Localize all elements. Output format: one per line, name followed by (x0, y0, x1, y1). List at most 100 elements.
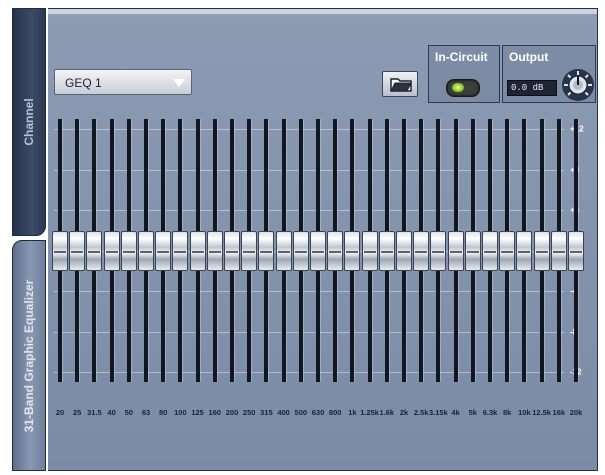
freq-label: 315 (260, 408, 273, 417)
tab-graphic-eq[interactable]: 31-Band Graphic Equalizer (12, 240, 46, 471)
folder-icon (390, 78, 412, 92)
freq-label: 5k (468, 408, 477, 417)
fader-handle[interactable] (327, 230, 344, 271)
fader-31.5 (86, 119, 103, 382)
freq-label: 10k (518, 408, 531, 417)
preset-dropdown[interactable]: GEQ 1 (54, 69, 192, 95)
fader-handle[interactable] (310, 230, 326, 271)
fader-2k (396, 119, 412, 382)
fader-handle[interactable] (69, 230, 86, 271)
fader-handle[interactable] (499, 230, 516, 271)
freq-label: 4k (451, 408, 460, 417)
fader-2.5k (413, 119, 430, 382)
freq-label: 25 (73, 408, 82, 417)
fader-100 (172, 119, 189, 382)
fader-handle[interactable] (482, 230, 498, 271)
fader-handle[interactable] (292, 230, 309, 271)
fader-40 (103, 119, 120, 382)
fader-400 (275, 119, 292, 382)
fader-handle[interactable] (464, 230, 481, 271)
fader-handle[interactable] (378, 230, 395, 271)
freq-label: 40 (107, 408, 116, 417)
fader-handle[interactable] (275, 230, 292, 271)
fader-3.15k (430, 119, 447, 382)
freq-label: 80 (159, 408, 168, 417)
plugin-window: Channel 31-Band Graphic Equalizer GEQ 1 … (0, 0, 605, 475)
fader-80 (155, 119, 172, 382)
fader-20k (568, 119, 584, 382)
fader-handle[interactable] (550, 230, 567, 271)
fader-handle[interactable] (516, 230, 533, 271)
fader-315 (258, 119, 275, 382)
fader-handle[interactable] (120, 230, 137, 271)
fader-25 (69, 119, 86, 382)
fader-handle[interactable] (258, 230, 275, 271)
fader-800 (327, 119, 344, 382)
freq-label: 20 (55, 408, 65, 417)
fader-handle[interactable] (344, 230, 361, 271)
output-label: Output (509, 50, 549, 64)
preset-name: GEQ 1 (65, 76, 102, 90)
fader-16k (550, 119, 567, 382)
fader-10k (516, 119, 533, 382)
freq-label: 3.15k (429, 408, 448, 417)
freq-label: 500 (294, 408, 308, 417)
freq-label: 160 (208, 408, 222, 417)
geq-panel: GEQ 1 In-Circuit Output 0.0 dB 20 25 31.… (48, 8, 598, 471)
freq-label: 6.3k (482, 408, 498, 417)
fader-handle[interactable] (413, 230, 430, 271)
freq-label: 50 (124, 408, 133, 417)
output-knob[interactable] (561, 68, 595, 102)
preset-library-button[interactable] (382, 71, 418, 97)
fader-handle[interactable] (86, 230, 103, 271)
fader-handle[interactable] (361, 230, 378, 271)
fader-handle[interactable] (241, 230, 258, 271)
freq-label: 31.5 (87, 408, 102, 417)
in-circuit-toggle[interactable] (446, 79, 480, 97)
fader-200 (224, 119, 240, 382)
fader-63 (138, 119, 154, 382)
freq-label: 800 (328, 408, 342, 417)
fader-630 (310, 119, 326, 382)
fader-handle[interactable] (396, 230, 412, 271)
fader-handle[interactable] (172, 230, 189, 271)
fader-handle[interactable] (568, 230, 584, 271)
freq-label: 1.25k (360, 408, 379, 417)
panel-top-edge (48, 9, 597, 14)
fader-20 (52, 119, 68, 382)
freq-label: 125 (191, 408, 204, 417)
fader-handle[interactable] (206, 230, 223, 271)
fader-160 (206, 119, 223, 382)
fader-12.5k (533, 119, 550, 382)
fader-handle[interactable] (430, 230, 447, 271)
freq-label: 63 (141, 408, 151, 417)
tab-channel-label: Channel (22, 98, 36, 146)
fader-handle[interactable] (533, 230, 550, 271)
fader-handle[interactable] (138, 230, 154, 271)
freq-label: 16k (552, 408, 566, 417)
freq-label: 630 (311, 408, 325, 417)
output-section: Output 0.0 dB (502, 45, 596, 103)
fader-250 (241, 119, 258, 382)
fader-handle[interactable] (189, 230, 206, 271)
fader-handle[interactable] (103, 230, 120, 271)
tab-graphic-eq-label: 31-Band Graphic Equalizer (22, 279, 36, 432)
fader-8k (499, 119, 516, 382)
freq-label: 1k (348, 408, 357, 417)
fader-5k (464, 119, 481, 382)
tab-channel[interactable]: Channel (12, 8, 46, 236)
fader-handle[interactable] (155, 230, 172, 271)
freq-label: 8k (503, 408, 512, 417)
fader-handle[interactable] (447, 230, 464, 271)
fader-handle[interactable] (224, 230, 240, 271)
freq-label: 400 (277, 408, 290, 417)
fader-handle[interactable] (52, 230, 68, 271)
output-value-field[interactable]: 0.0 dB (507, 80, 557, 96)
fader-1k (344, 119, 361, 382)
freq-label: 20k (569, 408, 583, 417)
fader-4k (447, 119, 464, 382)
tab-strip: Channel 31-Band Graphic Equalizer (12, 8, 48, 471)
chevron-down-icon (173, 79, 185, 87)
fader-bank: +12+8+40-4-8-12 202531.54050638010012516… (48, 119, 598, 419)
fader-500 (292, 119, 309, 382)
